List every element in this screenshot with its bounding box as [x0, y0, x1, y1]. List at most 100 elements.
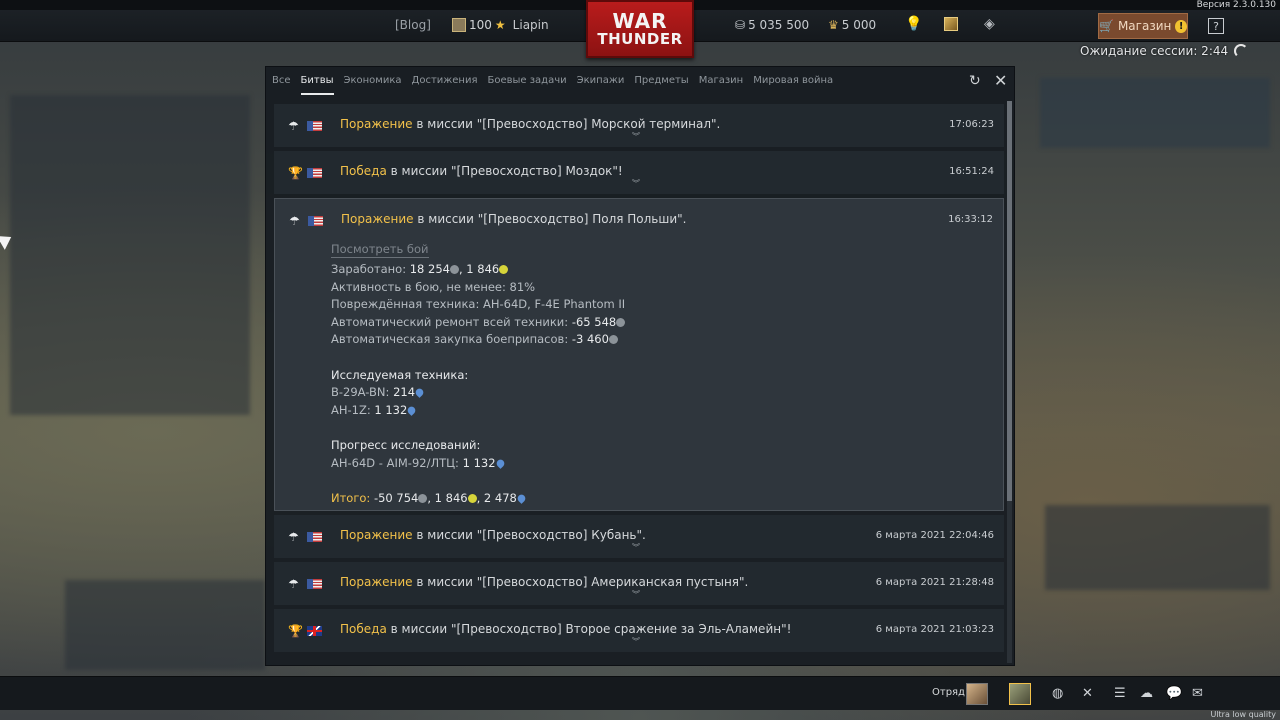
- player-info[interactable]: 100 ★ Liapin: [452, 18, 549, 32]
- parachute-icon: ☂: [289, 214, 300, 228]
- total-line: Итого: -50 754, 1 846, 2 478: [331, 490, 625, 508]
- earned-line: Заработано: 18 254, 1 846: [331, 261, 625, 279]
- ticket-icon[interactable]: ◈: [984, 16, 995, 32]
- gold-balance[interactable]: ♛ 5 000: [828, 18, 876, 32]
- chevron-down-icon[interactable]: ︾: [632, 638, 642, 646]
- parachute-icon: ☂: [288, 530, 299, 544]
- list-item[interactable]: ☂ Поражение в миссии "[Превосходство] Ам…: [274, 562, 1004, 605]
- shop-button[interactable]: 🛒 Магазин !: [1098, 13, 1188, 39]
- messages-window: Все Битвы Экономика Достижения Боевые за…: [265, 66, 1015, 666]
- crew-rp-icon: [406, 404, 418, 416]
- trophy-icon: 🏆: [288, 166, 303, 180]
- background-panel: [10, 95, 250, 415]
- close-icon[interactable]: ✕: [994, 71, 1007, 90]
- research-vehicle: AH-1Z:: [331, 402, 375, 417]
- total-silver: -50 754: [373, 490, 419, 505]
- tab-battle-tasks[interactable]: Боевые задачи: [487, 67, 566, 95]
- usa-flag-icon: [307, 579, 322, 589]
- logo-line: WAR: [612, 9, 668, 33]
- battle-time: 16:33:12: [948, 214, 993, 225]
- list-item[interactable]: 🏆 Победа в миссии "[Превосходство] Моздо…: [274, 151, 1004, 194]
- tab-battles[interactable]: Битвы: [300, 67, 334, 95]
- progress-module: AH-64D - AIM-92/ЛТЦ:: [331, 455, 463, 470]
- repair-value: -65 548: [571, 314, 617, 329]
- squad-member-avatar[interactable]: [966, 683, 988, 705]
- golden-eagles-icon: ♛: [828, 18, 839, 32]
- cart-icon: 🛒: [1099, 19, 1114, 33]
- player-avatar[interactable]: [1009, 683, 1031, 705]
- total-label: Итого:: [331, 490, 374, 505]
- list-item[interactable]: ☂ Поражение в миссии "[Превосходство] Мо…: [274, 104, 1004, 147]
- trophy-icon: 🏆: [288, 624, 303, 638]
- mail-icon[interactable]: ✉: [1192, 686, 1203, 701]
- battle-summary: Поражение в миссии "[Превосходство] Поля…: [341, 212, 687, 226]
- earned-silver: 18 254: [409, 262, 450, 276]
- refresh-icon[interactable]: ↻: [969, 73, 981, 89]
- shop-label: Магазин: [1117, 19, 1172, 33]
- close-icon[interactable]: ✕: [1082, 686, 1093, 701]
- activity-line: Активность в бою, не менее: 81%: [331, 279, 536, 294]
- silver-balance[interactable]: ⛁ 5 035 500: [735, 18, 809, 32]
- quality-label: Ultra low quality: [1210, 710, 1276, 719]
- parachute-icon: ☂: [288, 577, 299, 591]
- progress-title: Прогресс исследований:: [331, 437, 481, 452]
- battle-summary: Поражение в миссии "[Превосходство] Амер…: [340, 575, 748, 589]
- premium-icon[interactable]: [944, 17, 958, 31]
- usa-flag-icon: [307, 121, 322, 131]
- battle-result: Победа: [340, 622, 387, 636]
- tab-world-war[interactable]: Мировая война: [753, 67, 833, 95]
- usa-flag-icon: [308, 216, 323, 226]
- battle-mission: в миссии "[Превосходство] Морской термин…: [412, 117, 721, 131]
- battle-time: 16:51:24: [949, 166, 994, 177]
- chevron-down-icon[interactable]: ︾: [632, 133, 642, 141]
- battle-mission: в миссии "[Превосходство] Моздок"!: [386, 164, 623, 178]
- battle-mission: в миссии "[Превосходство] Второе сражени…: [386, 622, 792, 636]
- battle-result: Поражение: [341, 212, 414, 226]
- contacts-icon[interactable]: ☁: [1140, 686, 1153, 701]
- progress-line: AH-64D - AIM-92/ЛТЦ: 1 132: [331, 455, 625, 473]
- list-item[interactable]: ☂ Поражение в миссии "[Превосходство] Ку…: [274, 515, 1004, 558]
- chevron-down-icon[interactable]: ︾: [632, 544, 642, 552]
- chevron-down-icon[interactable]: ︾: [632, 180, 642, 188]
- total-crp: 2 478: [483, 490, 517, 505]
- warning-icon: !: [1175, 19, 1187, 33]
- uk-flag-icon: [307, 626, 322, 636]
- battle-result: Поражение: [340, 575, 413, 589]
- tab-achievements[interactable]: Достижения: [412, 67, 478, 95]
- battle-summary: Поражение в миссии "[Превосходство] Морс…: [340, 117, 720, 131]
- chevron-down-icon[interactable]: ︾: [632, 591, 642, 599]
- star-icon: ★: [494, 18, 506, 32]
- tab-shop[interactable]: Магазин: [699, 67, 744, 95]
- total-rp: 1 846: [434, 490, 468, 505]
- bulb-icon[interactable]: 💡: [905, 16, 922, 32]
- list-item-expanded[interactable]: ☂ Поражение в миссии "[Превосходство] По…: [274, 198, 1004, 511]
- silver-lions-icon: [616, 317, 626, 327]
- background-panel: [1045, 505, 1270, 590]
- research-line: B-29A-BN: 214: [331, 384, 625, 402]
- earned-label: Заработано:: [331, 262, 410, 276]
- view-battle-link[interactable]: Посмотреть бой: [331, 242, 429, 258]
- tab-crews[interactable]: Экипажи: [577, 67, 625, 95]
- gold-value: 5 000: [841, 18, 877, 32]
- research-title: Исследуемая техника:: [331, 367, 469, 382]
- tab-all[interactable]: Все: [272, 67, 291, 95]
- loading-spinner-icon: [1234, 44, 1249, 58]
- list-item[interactable]: 🏆 Победа в миссии "[Превосходство] Второ…: [274, 609, 1004, 652]
- scrollbar-thumb[interactable]: [1007, 101, 1012, 501]
- help-button[interactable]: ?: [1208, 18, 1224, 34]
- silver-lions-icon: ⛁: [735, 18, 746, 32]
- player-name: Liapin: [512, 18, 549, 32]
- research-points-icon: [467, 493, 477, 503]
- tab-economy[interactable]: Экономика: [344, 67, 402, 95]
- tab-items[interactable]: Предметы: [634, 67, 688, 95]
- squad-label: Отряд:: [932, 687, 969, 698]
- squad-invite-icon[interactable]: ◍: [1052, 686, 1063, 701]
- chat-icon[interactable]: 💬: [1166, 686, 1182, 701]
- battle-time: 6 марта 2021 22:04:46: [875, 530, 994, 541]
- list-icon[interactable]: ☰: [1114, 686, 1126, 701]
- battle-summary: Поражение в миссии "[Превосходство] Куба…: [340, 528, 646, 542]
- repair-line: Автоматический ремонт всей техники: -65 …: [331, 314, 626, 332]
- silver-lions-icon: [449, 265, 459, 274]
- usa-flag-icon: [307, 168, 322, 178]
- blog-link[interactable]: [Blog]: [395, 18, 431, 32]
